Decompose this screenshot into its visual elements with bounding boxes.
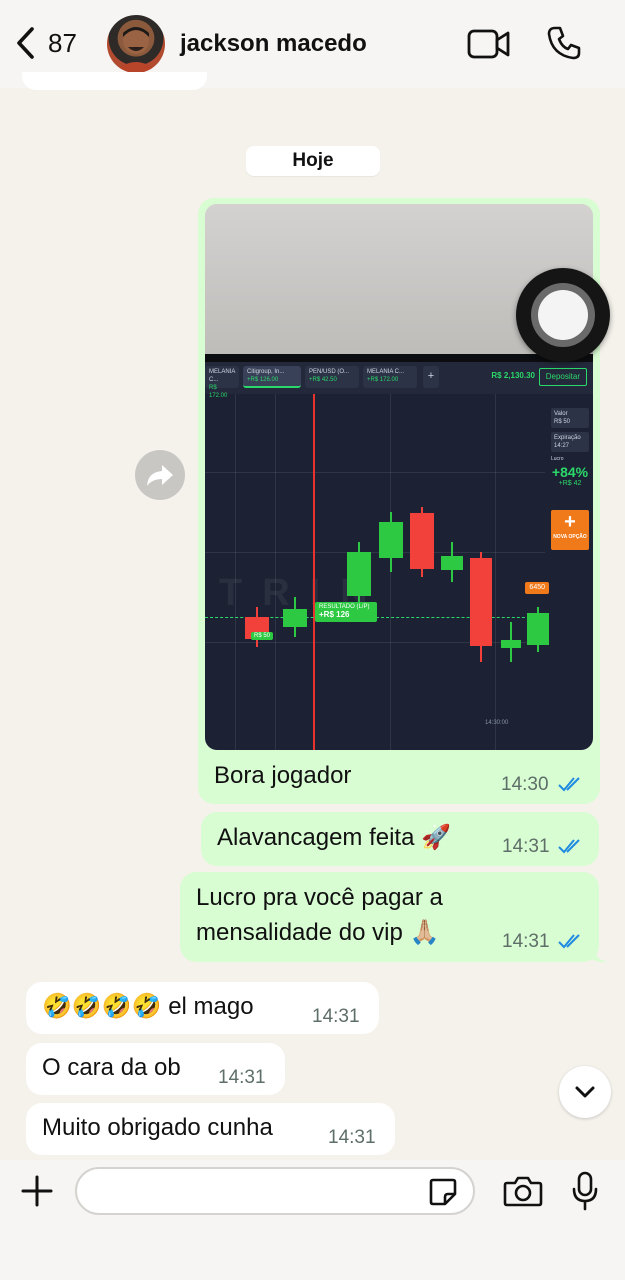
time-axis-label: 14:30:00 <box>485 720 509 726</box>
trade-panel: Valor R$ 50 Expiração 14:27 Lucro +84% +R$… <box>551 408 589 487</box>
message-text-line: Lucro pra você pagar a <box>196 884 443 911</box>
forward-button[interactable] <box>135 450 185 500</box>
incoming-message[interactable]: O cara da ob 14:31 <box>26 1043 285 1095</box>
read-ticks-icon <box>558 839 580 854</box>
stake-tag: R$ 50 <box>251 632 274 640</box>
scroll-to-bottom-button[interactable] <box>559 1066 611 1118</box>
shutter-button[interactable] <box>516 268 610 362</box>
sticker-icon[interactable] <box>427 1176 459 1208</box>
add-tab-icon: + <box>423 366 439 388</box>
grid-line <box>390 394 391 750</box>
account-balance: R$ 2,130.30 <box>491 371 535 380</box>
asset-tab: PEN/USD (O... +R$ 42.50 <box>305 366 359 388</box>
unread-count[interactable]: 87 <box>48 28 77 59</box>
message-time: 14:31 <box>502 836 550 857</box>
plus-icon[interactable] <box>20 1174 54 1208</box>
chevron-left-icon[interactable] <box>14 26 38 60</box>
message-text: 🤣🤣🤣🤣 el mago <box>42 993 254 1020</box>
candle <box>501 622 521 662</box>
message-time: 14:31 <box>218 1067 266 1088</box>
candle <box>283 597 307 637</box>
deposit-button: Depositar <box>538 368 587 386</box>
expiry-line <box>313 394 315 750</box>
candle <box>527 607 549 652</box>
read-ticks-icon <box>558 777 580 792</box>
message-time: 14:31 <box>312 1006 360 1027</box>
asset-tabs: MELANIA C... R$ 172.00 Citigroup, In... +R… <box>205 362 593 399</box>
asset-tab: MELANIA C... R$ 172.00 <box>205 366 239 399</box>
message-text: Bora jogador <box>214 762 352 789</box>
bubble-tail <box>592 945 608 963</box>
trading-platform-screen: MELANIA C... R$ 172.00 Citigroup, In... +R… <box>205 354 593 750</box>
message-text: Muito obrigado cunha <box>42 1114 273 1141</box>
message-time: 14:30 <box>501 774 549 795</box>
candle <box>441 542 463 582</box>
candle <box>379 512 403 572</box>
new-option-button: + NOVA OPÇÃO <box>551 510 589 550</box>
camera-icon[interactable] <box>503 1174 543 1208</box>
message-time: 14:31 <box>502 931 550 952</box>
message-text-line: mensalidade do vip 🙏🏼 <box>196 919 440 946</box>
grid-line <box>495 394 496 750</box>
microphone-icon[interactable] <box>570 1170 600 1212</box>
candle <box>410 507 434 577</box>
outgoing-message[interactable]: Alavancagem feita 🚀 14:31 <box>201 812 599 866</box>
message-text: Alavancagem feita 🚀 <box>217 824 451 851</box>
video-call-icon[interactable] <box>467 28 511 60</box>
result-tag: RESULTADO (L/P) +R$ 126 <box>315 602 377 622</box>
payout-percent: +84% <box>551 464 589 480</box>
message-input[interactable] <box>75 1167 475 1215</box>
share-arrow-icon <box>147 465 173 486</box>
outgoing-message[interactable]: Lucro pra você pagar a mensalidade do vi… <box>180 872 599 962</box>
incoming-message[interactable]: Muito obrigado cunha 14:31 <box>26 1103 395 1155</box>
message-text: O cara da ob <box>42 1054 181 1081</box>
candle <box>470 552 492 662</box>
grid-line <box>205 552 545 553</box>
incoming-message[interactable]: 🤣🤣🤣🤣 el mago 14:31 <box>26 982 379 1034</box>
price-tag: 6450 <box>525 582 549 594</box>
message-time: 14:31 <box>328 1127 376 1148</box>
read-ticks-icon <box>558 934 580 949</box>
avatar[interactable] <box>107 15 165 73</box>
chevron-down-icon <box>575 1086 595 1098</box>
previous-message-edge <box>22 72 207 90</box>
candle <box>245 607 269 647</box>
asset-tab-active: Citigroup, In... +R$ 126.00 <box>243 366 301 388</box>
contact-name[interactable]: jackson macedo <box>180 30 367 58</box>
phone-icon[interactable] <box>546 25 582 61</box>
asset-tab: MELANIA C... +R$ 172.00 <box>363 366 417 388</box>
grid-line <box>205 472 545 473</box>
date-separator: Hoje <box>246 146 380 176</box>
